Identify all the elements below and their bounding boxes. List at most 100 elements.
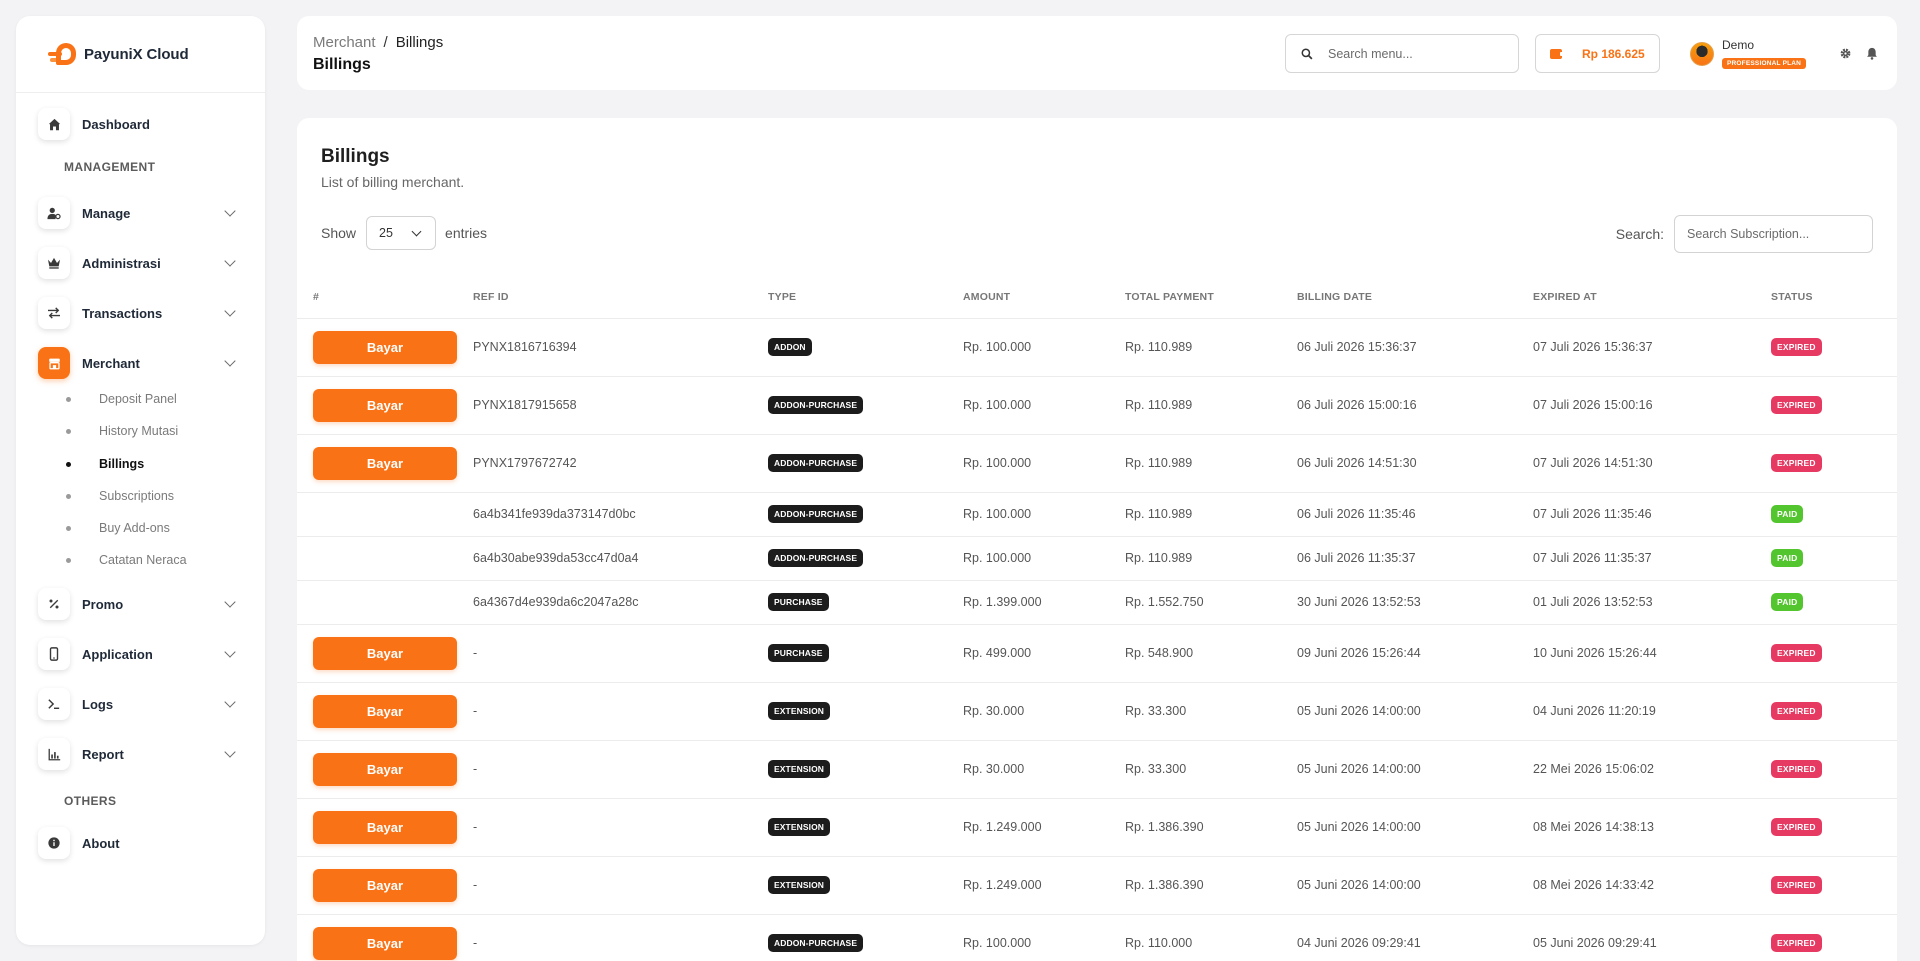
bullet-icon <box>66 525 71 531</box>
table-row: 6a4b341fe939da373147d0bc ADDON-PURCHASE Rp… <box>297 492 1897 537</box>
topbar: Merchant / Billings Billings Rp 186.625 De… <box>297 16 1897 90</box>
bayar-button[interactable]: Bayar <box>313 868 457 902</box>
total-payment-cell: Rp. 110.989 <box>1125 536 1297 581</box>
ref-id-cell: PYNX1797672742 <box>473 434 768 493</box>
breadcrumb-current: Billings <box>395 34 444 51</box>
ref-id-cell: - <box>473 740 768 799</box>
chevron-down-icon <box>224 646 236 658</box>
bayar-button[interactable]: Bayar <box>313 330 457 364</box>
status-badge: EXPIRED <box>1771 876 1822 894</box>
sidebar-subitem-deposit-panel[interactable]: Deposit Panel <box>66 389 177 409</box>
status-cell: EXPIRED <box>1771 798 1897 857</box>
column-header-ref-id[interactable]: REF ID <box>473 276 768 319</box>
status-cell: EXPIRED <box>1771 740 1897 799</box>
status-badge: EXPIRED <box>1771 454 1822 472</box>
column-header-total-payment[interactable]: TOTAL PAYMENT <box>1125 276 1297 319</box>
subscription-search-input[interactable] <box>1674 215 1873 253</box>
table-row: Bayar PYNX1797672742 ADDON-PURCHASE Rp. 100… <box>297 434 1897 493</box>
pay-cell: Bayar <box>297 798 473 857</box>
sidebar-item-logs[interactable]: Logs <box>38 684 248 724</box>
status-cell: EXPIRED <box>1771 624 1897 683</box>
sidebar-item-label: Merchant <box>82 355 140 371</box>
wallet-balance-button[interactable]: Rp 186.625 <box>1535 34 1660 73</box>
gear-icon[interactable] <box>1838 46 1852 60</box>
status-cell: PAID <box>1771 492 1897 537</box>
total-payment-cell: Rp. 1.386.390 <box>1125 856 1297 915</box>
amount-cell: Rp. 100.000 <box>963 318 1125 377</box>
sidebar-subitem-billings[interactable]: Billings <box>66 454 144 474</box>
sidebar-item-promo[interactable]: Promo <box>38 584 248 624</box>
type-cell: EXTENSION <box>768 740 963 799</box>
total-payment-cell: Rp. 110.989 <box>1125 492 1297 537</box>
sidebar-subitem-history-mutasi[interactable]: History Mutasi <box>66 421 178 441</box>
column-header-status[interactable]: STATUS <box>1771 276 1897 319</box>
table-row: Bayar PYNX1816716394 ADDON Rp. 100.000 Rp. 1… <box>297 318 1897 377</box>
column-header-billing-date[interactable]: BILLING DATE <box>1297 276 1533 319</box>
billing-date-cell: 05 Juni 2026 14:00:00 <box>1297 740 1533 799</box>
amount-cell: Rp. 1.249.000 <box>963 798 1125 857</box>
billing-date-cell: 05 Juni 2026 14:00:00 <box>1297 682 1533 741</box>
brand[interactable]: PayuniX Cloud <box>16 16 265 93</box>
type-badge: ADDON <box>768 338 812 356</box>
type-cell: ADDON-PURCHASE <box>768 536 963 581</box>
breadcrumb-merchant[interactable]: Merchant <box>313 34 376 51</box>
column-header-number[interactable]: # <box>297 276 473 319</box>
sidebar-item-manage[interactable]: Manage <box>38 193 248 233</box>
sidebar-item-administrasi[interactable]: Administrasi <box>38 243 248 283</box>
search-menu-input[interactable] <box>1328 46 1498 61</box>
bayar-button[interactable]: Bayar <box>313 810 457 844</box>
sidebar-subitem-catatan-neraca[interactable]: Catatan Neraca <box>66 550 187 570</box>
expired-at-cell: 07 Juli 2026 15:36:37 <box>1533 318 1771 377</box>
expired-at-cell: 08 Mei 2026 14:38:13 <box>1533 798 1771 857</box>
sidebar-subitem-label: Deposit Panel <box>99 392 177 406</box>
sidebar-item-label: Promo <box>82 596 124 612</box>
bayar-button[interactable]: Bayar <box>313 926 457 960</box>
type-cell: EXTENSION <box>768 856 963 915</box>
bayar-button[interactable]: Bayar <box>313 694 457 728</box>
status-badge: PAID <box>1771 593 1804 611</box>
column-header-expired-at[interactable]: EXPIRED AT <box>1533 276 1771 319</box>
type-cell: ADDON-PURCHASE <box>768 434 963 493</box>
entries-value: 25 <box>379 226 393 240</box>
sidebar-item-merchant[interactable]: Merchant <box>38 343 248 383</box>
user-gear-icon <box>38 197 70 229</box>
sidebar-subitem-label: Billings <box>99 457 145 471</box>
status-badge: EXPIRED <box>1771 818 1822 836</box>
table-header-row: # REF ID TYPE AMOUNT TOTAL PAYMENT BILLI… <box>297 276 1897 319</box>
sidebar-item-transactions[interactable]: Transactions <box>38 293 248 333</box>
status-badge: PAID <box>1771 549 1804 567</box>
user-menu[interactable]: Demo PROFESSIONAL PLAN <box>1690 38 1807 70</box>
chevron-down-icon <box>224 355 236 367</box>
entries-select[interactable]: 25 <box>366 216 437 250</box>
table-row: Bayar - PURCHASE Rp. 499.000 Rp. 548.900 09 J… <box>297 624 1897 683</box>
sidebar-item-application[interactable]: Application <box>38 634 248 674</box>
bayar-button[interactable]: Bayar <box>313 446 457 480</box>
column-header-amount[interactable]: AMOUNT <box>963 276 1125 319</box>
bullet-icon <box>66 428 71 434</box>
amount-cell: Rp. 30.000 <box>963 682 1125 741</box>
sidebar-subitem-subscriptions[interactable]: Subscriptions <box>66 486 174 506</box>
bayar-button[interactable]: Bayar <box>313 752 457 786</box>
bullet-icon <box>66 396 71 402</box>
total-payment-cell: Rp. 1.386.390 <box>1125 798 1297 857</box>
sidebar-subitem-buy-add-ons[interactable]: Buy Add-ons <box>66 518 170 538</box>
billing-date-cell: 05 Juni 2026 14:00:00 <box>1297 856 1533 915</box>
pay-cell: Bayar <box>297 682 473 741</box>
amount-cell: Rp. 100.000 <box>963 914 1125 961</box>
total-payment-cell: Rp. 33.300 <box>1125 740 1297 799</box>
status-badge: EXPIRED <box>1771 338 1822 356</box>
billing-date-cell: 06 Juli 2026 11:35:46 <box>1297 492 1533 537</box>
bayar-button[interactable]: Bayar <box>313 388 457 422</box>
table-row: 6a4367d4e939da6c2047a28c PURCHASE Rp. 1.39… <box>297 580 1897 625</box>
bell-icon[interactable] <box>1865 46 1879 60</box>
brand-name: PayuniX Cloud <box>84 45 189 63</box>
type-badge: PURCHASE <box>768 593 829 611</box>
bullet-icon <box>66 461 71 467</box>
total-payment-cell: Rp. 1.552.750 <box>1125 580 1297 625</box>
sidebar-item-dashboard[interactable]: Dashboard <box>38 104 248 144</box>
sidebar-item-about[interactable]: About <box>38 823 248 863</box>
sidebar-item-report[interactable]: Report <box>38 734 248 774</box>
column-header-type[interactable]: TYPE <box>768 276 963 319</box>
store-icon <box>38 347 70 379</box>
bayar-button[interactable]: Bayar <box>313 636 457 670</box>
